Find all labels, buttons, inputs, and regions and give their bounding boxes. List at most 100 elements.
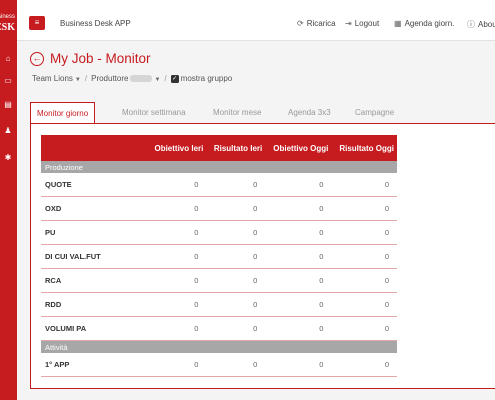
row-label: RCA [41,268,147,293]
nav-agenda[interactable]: ▦ Agenda giorn. [394,19,454,28]
tab-monitor-giorno[interactable]: Monitor giorno [30,102,96,124]
back-icon[interactable]: ← [30,52,44,66]
table-row: PU 0 0 0 0 [41,220,397,245]
table-body: Produzione QUOTE 0 0 0 0 OXD 0 0 0 0 PU 0 0 0 0 DI CUI V… [41,161,397,377]
row-value: 0 [331,173,397,197]
row-value: 0 [206,196,266,221]
breadcrumb: Team Lions ▼ / Produttore ▼ / ✓ mostra gruppo [32,74,232,83]
tab-monitor-mese[interactable]: Monitor mese [213,102,261,124]
document-icon[interactable]: ▤ [3,100,13,110]
chevron-down-icon: ▼ [154,77,161,83]
table-row: RCA 0 0 0 0 [41,268,397,293]
mostra-gruppo-checkbox[interactable]: ✓ mostra gruppo [170,74,233,83]
row-value: 0 [147,268,207,293]
row-value: 0 [206,220,266,245]
row-value: 0 [147,353,207,377]
breadcrumb-separator: / [164,74,167,83]
row-value: 0 [206,292,266,317]
brand-line1: usiness [0,14,15,20]
row-label: OXD [41,196,147,221]
page-title: My Job - Monitor [50,51,151,66]
row-value: 0 [206,173,266,197]
row-value: 0 [147,173,207,197]
tab-bar: Monitor giorno Monitor settimana Monitor… [30,102,495,125]
row-label: QUOTE [41,173,147,197]
row-value: 0 [331,292,397,317]
monitor-panel: Obiettivo Ieri Risultato Ieri Obiettivo … [30,123,495,389]
users-icon[interactable]: ♟ [3,126,13,136]
mostra-gruppo-label: mostra gruppo [180,74,233,83]
header-risultato-ieri: Risultato Ieri [206,135,266,161]
table-row: QUOTE 0 0 0 0 [41,173,397,197]
row-value: 0 [331,244,397,269]
nav-about[interactable]: ⓘAbout [467,19,495,30]
row-value: 0 [147,316,207,341]
row-value: 0 [206,353,266,377]
app-title: Business Desk APP [60,19,131,28]
row-value: 0 [265,196,332,221]
home-icon[interactable]: ⌂ [3,54,13,64]
chevron-down-icon: ▼ [74,77,81,83]
row-value: 0 [147,292,207,317]
brand-logo: usiness ESK [0,0,17,40]
table-group-row: Produzione [41,161,397,173]
nav-logout[interactable]: ⇥ Logout [345,19,379,28]
table-header-row: Obiettivo Ieri Risultato Ieri Obiettivo … [41,135,397,161]
refresh-icon: ⟳ [297,19,304,28]
row-value: 0 [265,268,332,293]
header-obiettivo-oggi: Obiettivo Oggi [265,135,332,161]
header-obiettivo-ieri: Obiettivo Ieri [147,135,207,161]
table-row: RDD 0 0 0 0 [41,292,397,317]
team-dropdown[interactable]: Team Lions ▼ [32,74,81,83]
row-value: 0 [265,244,332,269]
redacted-name [130,75,153,83]
brand-line2: ESK [0,22,15,33]
breadcrumb-separator: / [84,74,88,83]
team-label: Team Lions [32,74,73,83]
row-label: PU [41,220,147,245]
info-icon: ⓘ [467,20,475,29]
monitor-table: Obiettivo Ieri Risultato Ieri Obiettivo … [41,135,397,377]
nav-ricarica-label: Ricarica [306,19,336,28]
row-value: 0 [331,196,397,221]
table-row: VOLUMI PA 0 0 0 0 [41,316,397,341]
menu-button[interactable]: ≡ [29,16,45,30]
nav-agenda-label: Agenda giorn. [404,19,455,28]
row-value: 0 [206,268,266,293]
row-value: 0 [147,244,207,269]
row-value: 0 [265,353,332,377]
group-label: Attività [41,340,397,353]
settings-icon[interactable]: ✱ [3,153,13,163]
nav-ricarica[interactable]: ⟳ Ricarica [297,19,336,28]
tab-agenda-3x3[interactable]: Agenda 3x3 [288,102,331,124]
row-value: 0 [331,220,397,245]
table-row: OXD 0 0 0 0 [41,196,397,221]
row-label: 1° APP [41,353,147,377]
row-value: 0 [331,316,397,341]
row-value: 0 [265,220,332,245]
header-risultato-oggi: Risultato Oggi [331,135,397,161]
header-blank [41,135,147,161]
row-value: 0 [147,196,207,221]
calendar-icon: ▦ [394,19,402,28]
table-row: DI CUI VAL.FUT 0 0 0 0 [41,244,397,269]
row-value: 0 [265,292,332,317]
nav-about-label: About [478,20,495,29]
tab-monitor-settimana[interactable]: Monitor settimana [122,102,186,124]
nav-logout-label: Logout [354,19,380,28]
tab-campagne[interactable]: Campagne [355,102,394,124]
row-label: DI CUI VAL.FUT [41,244,147,269]
row-value: 0 [147,220,207,245]
folder-icon[interactable]: ▭ [3,76,13,86]
table-row: 1° APP 0 0 0 0 [41,353,397,377]
row-label: VOLUMI PA [41,316,147,341]
produttore-dropdown[interactable]: Produttore ▼ [91,74,160,83]
group-label: Produzione [41,161,397,173]
row-value: 0 [331,268,397,293]
row-value: 0 [265,173,332,197]
logout-icon: ⇥ [345,19,352,28]
row-value: 0 [206,316,266,341]
row-value: 0 [331,353,397,377]
row-value: 0 [265,316,332,341]
checkbox-checked-icon: ✓ [170,74,179,83]
